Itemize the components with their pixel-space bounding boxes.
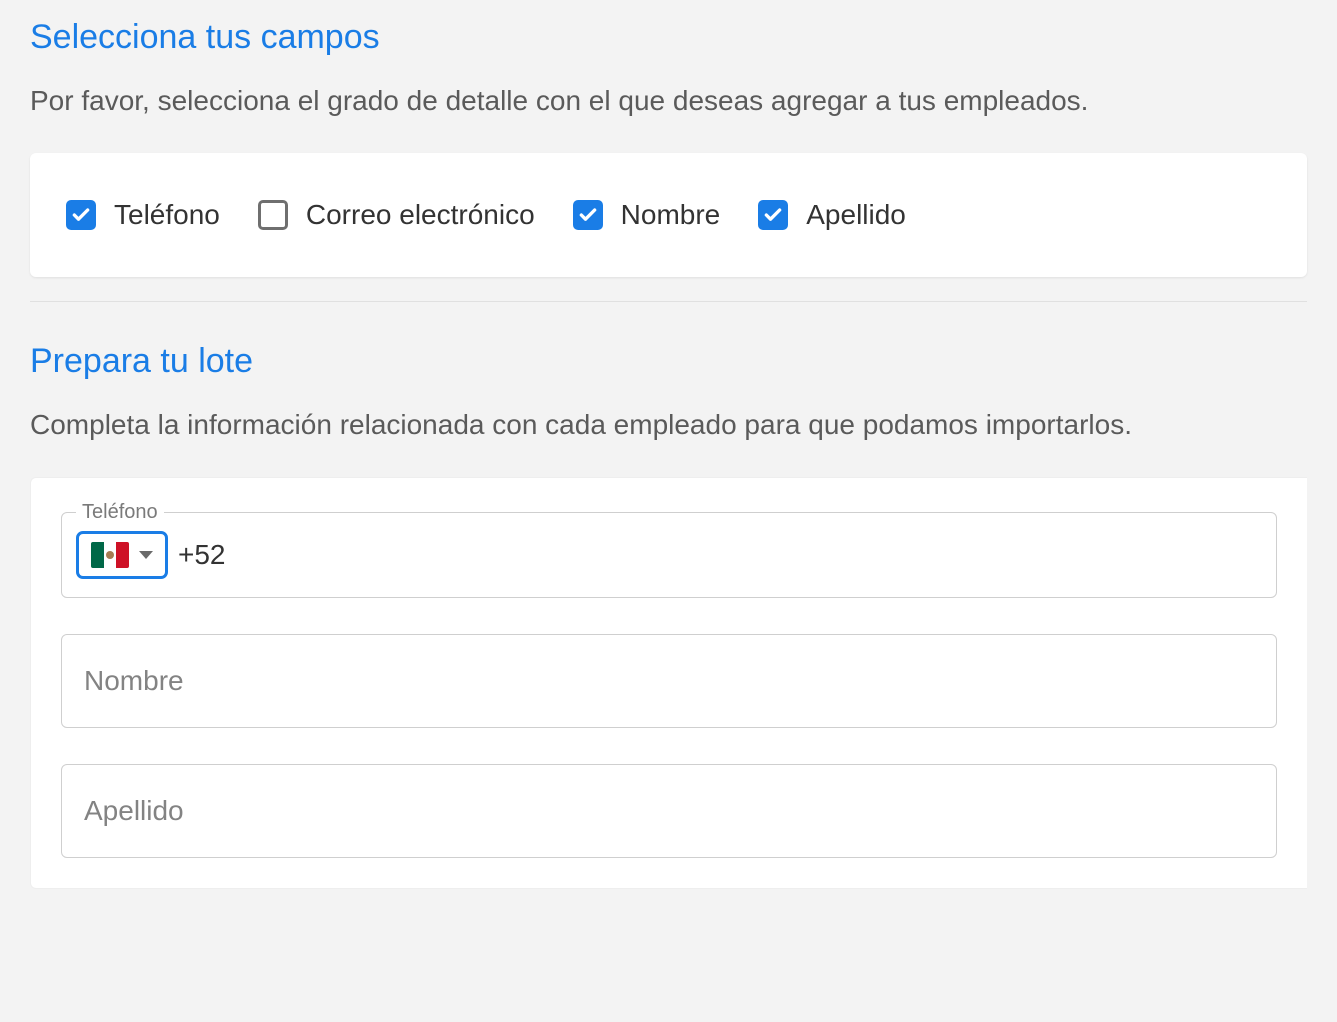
checkbox-nombre[interactable]: Nombre [573,199,721,231]
fields-card: Teléfono Correo electrónico Nombre Apell… [30,153,1307,277]
divider [30,301,1307,302]
checkbox-label: Correo electrónico [306,199,535,231]
first-name-field[interactable] [61,634,1277,728]
country-code-selector[interactable] [76,531,168,579]
checkmark-icon [66,200,96,230]
checkbox-empty-icon [258,200,288,230]
section1-description: Por favor, selecciona el grado de detall… [30,85,1307,117]
phone-fieldset: Teléfono +52 [61,512,1277,598]
phone-legend: Teléfono [76,501,164,524]
checkbox-telefono[interactable]: Teléfono [66,199,220,231]
checkbox-label: Apellido [806,199,906,231]
dial-code: +52 [178,539,226,571]
checkbox-correo[interactable]: Correo electrónico [258,199,535,231]
checkbox-row: Teléfono Correo electrónico Nombre Apell… [66,199,1271,231]
section1-title: Selecciona tus campos [30,18,1307,57]
checkmark-icon [758,200,788,230]
chevron-down-icon [139,551,153,559]
section2-description: Completa la información relacionada con … [30,409,1307,441]
checkmark-icon [573,200,603,230]
section2-title: Prepara tu lote [30,342,1307,381]
mexico-flag-icon [91,542,129,568]
checkbox-label: Teléfono [114,199,220,231]
last-name-field[interactable] [61,764,1277,858]
phone-input-row: +52 [76,531,1262,579]
batch-form-card: Teléfono +52 [30,477,1307,889]
checkbox-label: Nombre [621,199,721,231]
checkbox-apellido[interactable]: Apellido [758,199,906,231]
